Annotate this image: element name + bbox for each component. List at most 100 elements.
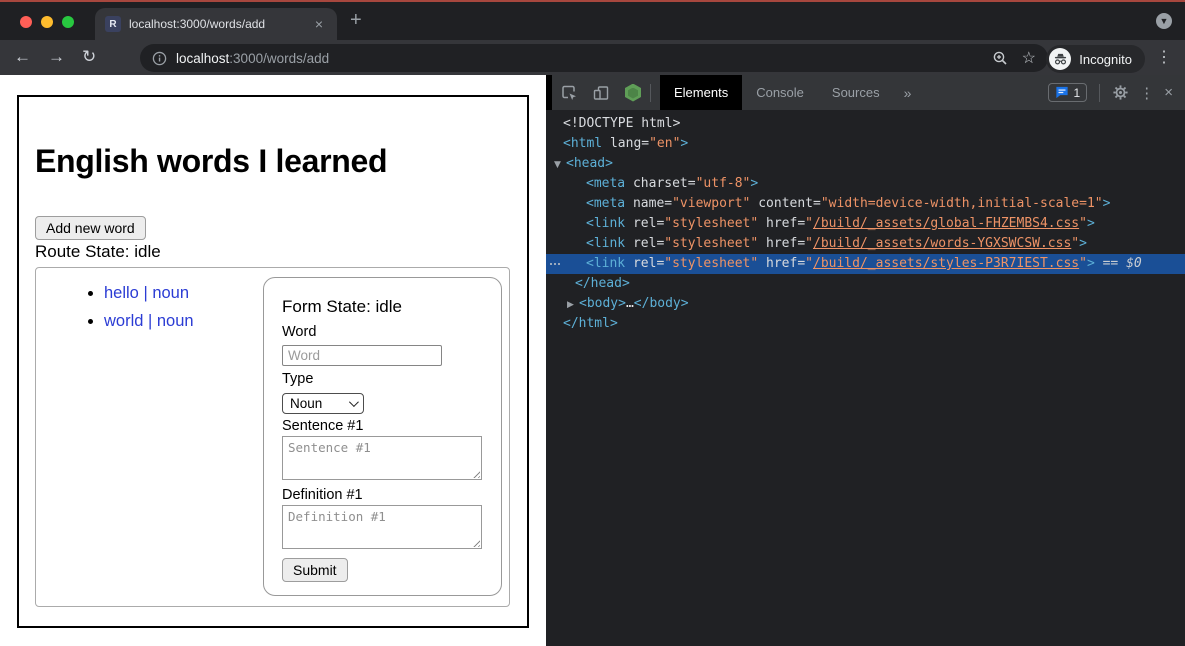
collapse-arrow-icon[interactable]: ▶ — [567, 295, 579, 315]
minimize-window-button[interactable] — [41, 16, 53, 28]
bookmark-star-icon[interactable]: ☆ — [1022, 48, 1036, 68]
definition-label: Definition #1 — [282, 487, 363, 503]
devtools-tab-elements[interactable]: Elements — [660, 75, 742, 110]
add-new-word-button[interactable]: Add new word — [35, 216, 146, 240]
devtools-tabs: ElementsConsoleSources — [660, 75, 894, 110]
code-token-eq: = — [688, 176, 696, 191]
device-toolbar-icon[interactable] — [592, 84, 610, 102]
code-token-link[interactable]: /build/_assets/styles-P3R7IEST.css — [813, 256, 1079, 271]
dom-tree-node[interactable]: <meta name="viewport" content="width=dev… — [546, 194, 1185, 214]
incognito-label: Incognito — [1079, 52, 1132, 67]
code-token-anno: == $0 — [1095, 256, 1142, 271]
code-token-attr: content — [750, 196, 813, 211]
code-token-str: " — [805, 256, 813, 271]
devtools-close-icon[interactable]: × — [1164, 84, 1173, 101]
elements-dom-tree: <!DOCTYPE html><html lang="en">▼<head><m… — [546, 110, 1185, 334]
add-word-form: Form State: idle Word Type Noun Sentence… — [263, 277, 502, 596]
code-token-str: "stylesheet" — [664, 216, 758, 231]
code-token-eq: = — [813, 196, 821, 211]
tab-title: localhost:3000/words/add — [129, 17, 311, 31]
code-token-tag: </head> — [575, 276, 630, 291]
address-toolbar: ← → ↻ localhost:3000/words/add ☆ — [0, 40, 1185, 75]
devtools-divider[interactable] — [546, 75, 552, 110]
submit-button[interactable]: Submit — [282, 558, 348, 582]
vue-devtools-icon[interactable] — [625, 84, 641, 102]
toolbar-divider — [1099, 84, 1100, 102]
dom-tree-node[interactable]: <html lang="en"> — [546, 134, 1185, 154]
code-token-str: "stylesheet" — [664, 256, 758, 271]
reload-icon[interactable]: ↻ — [82, 46, 96, 68]
type-select[interactable]: Noun — [282, 393, 364, 414]
maximize-window-button[interactable] — [62, 16, 74, 28]
chevron-down-icon — [349, 397, 359, 407]
tab-close-icon[interactable]: × — [311, 15, 327, 33]
dom-tree-node[interactable]: <!DOCTYPE html> — [546, 114, 1185, 134]
definition-textarea[interactable] — [282, 505, 482, 549]
back-icon[interactable]: ← — [14, 46, 31, 68]
code-token-attr: lang — [602, 136, 641, 151]
code-token-str: "stylesheet" — [664, 236, 758, 251]
sentence-label: Sentence #1 — [282, 418, 363, 434]
issues-badge[interactable]: 1 — [1048, 83, 1088, 102]
traffic-lights[interactable] — [20, 16, 74, 28]
devtools-tab-console[interactable]: Console — [742, 75, 818, 110]
code-token-attr: href — [758, 256, 797, 271]
browser-menu-icon[interactable]: ⋮ — [1156, 47, 1172, 67]
zoom-icon[interactable] — [992, 50, 1008, 66]
type-label: Type — [282, 371, 313, 387]
code-token-doc: <!DOCTYPE html> — [563, 116, 680, 131]
code-token-tag: </html> — [563, 316, 618, 331]
word-input[interactable] — [282, 345, 442, 366]
tab-search-chevron-icon[interactable]: ▼ — [1156, 13, 1172, 29]
code-token-tag: <head> — [566, 156, 613, 171]
word-link[interactable]: hello | noun — [104, 284, 189, 302]
inspect-element-icon[interactable] — [560, 84, 578, 102]
dom-tree-node[interactable]: ▶<body>…</body> — [546, 294, 1185, 314]
more-tabs-icon[interactable]: » — [894, 85, 922, 101]
devtools-tab-sources[interactable]: Sources — [818, 75, 894, 110]
code-token-str: " — [805, 236, 813, 251]
new-tab-button[interactable]: + — [350, 8, 362, 32]
web-page: English words I learned Add new word Rou… — [0, 75, 546, 646]
dom-tree-node[interactable]: <link rel="stylesheet" href="/build/_ass… — [546, 254, 1185, 274]
code-token-text: … — [626, 296, 634, 311]
code-token-str: "viewport" — [672, 196, 750, 211]
window-top-accent — [0, 0, 1185, 2]
code-token-tag: <link — [586, 216, 625, 231]
dom-tree-node[interactable]: ▼<head> — [546, 154, 1185, 174]
settings-gear-icon[interactable] — [1112, 84, 1129, 101]
dom-tree-node[interactable]: </head> — [546, 274, 1185, 294]
code-token-tag: <link — [586, 236, 625, 251]
code-token-eq: = — [797, 256, 805, 271]
dom-tree-node[interactable]: </html> — [546, 314, 1185, 334]
words-panel: hello | noun world | noun Form State: idl… — [35, 267, 510, 607]
incognito-icon — [1049, 48, 1071, 70]
code-token-tag: > — [750, 176, 758, 191]
dom-tree-node[interactable]: <link rel="stylesheet" href="/build/_ass… — [546, 234, 1185, 254]
dom-tree-node[interactable]: <meta charset="utf-8"> — [546, 174, 1185, 194]
address-bar[interactable]: localhost:3000/words/add ☆ — [140, 44, 1048, 72]
expand-arrow-icon[interactable]: ▼ — [554, 155, 566, 175]
code-token-attr: href — [758, 216, 797, 231]
sentence-textarea[interactable] — [282, 436, 482, 480]
code-token-str: " — [1079, 256, 1087, 271]
remix-favicon-icon: R — [105, 16, 121, 32]
forward-icon[interactable]: → — [48, 46, 65, 68]
dom-tree-node[interactable]: <link rel="stylesheet" href="/build/_ass… — [546, 214, 1185, 234]
toolbar-divider — [650, 84, 651, 102]
code-token-link[interactable]: /build/_assets/global-FHZEMBS4.css — [813, 216, 1079, 231]
code-token-link[interactable]: /build/_assets/words-YGXSWCSW.css — [813, 236, 1071, 251]
code-token-eq: = — [664, 196, 672, 211]
devtools-menu-icon[interactable]: ⋮ — [1139, 84, 1154, 102]
node-more-actions-icon[interactable] — [550, 263, 552, 265]
page-info-icon[interactable] — [152, 51, 167, 66]
code-token-str: " — [1079, 216, 1087, 231]
form-state-text: Form State: idle — [282, 297, 402, 317]
word-link[interactable]: world | noun — [104, 312, 194, 330]
code-token-tag: <link — [586, 256, 625, 271]
code-token-attr: rel — [625, 256, 656, 271]
route-state-text: Route State: idle — [35, 242, 161, 262]
word-list-item: hello | noun — [104, 284, 194, 303]
close-window-button[interactable] — [20, 16, 32, 28]
browser-tab[interactable]: R localhost:3000/words/add × — [95, 8, 337, 40]
